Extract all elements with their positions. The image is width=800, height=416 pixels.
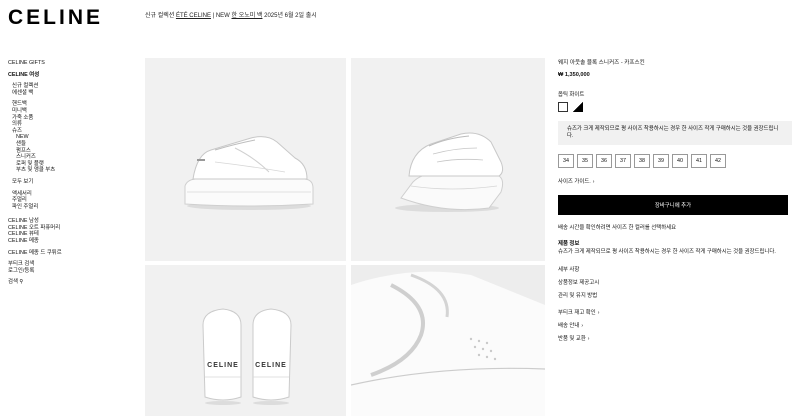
sidebar-item-store-locator[interactable]: 부티크 검색 — [8, 261, 128, 268]
chevron-right-icon: › — [592, 179, 595, 185]
details-link[interactable]: 세부 사항 — [558, 265, 792, 273]
delivery-info-label: 배송 안내 — [558, 323, 580, 329]
sidebar-item-men[interactable]: CELINE 남성 — [8, 218, 128, 225]
size-option-34[interactable]: 34 — [558, 154, 574, 168]
promo-link-ete-celine[interactable]: ÉTÉ CELINE — [176, 13, 211, 19]
size-option-42[interactable]: 42 — [710, 154, 726, 168]
product-panel: 웨지 아웃솔 블록 스니커즈 - 카프스킨 ₩ 1,350,000 옵틱 화이트… — [558, 58, 792, 342]
delivery-info-link[interactable]: 배송 안내 › — [558, 321, 792, 329]
chevron-right-icon: › — [587, 336, 590, 342]
promo-banner: 신규 컬렉션 ÉTÉ CELINE | NEW 한 오노미 백 2025년 6월… — [145, 10, 317, 19]
product-price: ₩ 1,350,000 — [558, 72, 590, 78]
fit-note: 슈즈가 크게 제작되므로 평 사이즈 착용하시는 경우 한 사이즈 작게 구매하… — [558, 121, 792, 145]
sidebar-item-login[interactable]: 로그인/등록 — [8, 268, 128, 275]
sidebar-item-maison[interactable]: CELINE 메종 — [8, 238, 128, 245]
sidebar-item-leather-goods[interactable]: 가죽 소품 — [8, 115, 128, 122]
chevron-right-icon: › — [581, 323, 584, 329]
promo-pre: 신규 컬렉션 — [145, 13, 176, 19]
search-link[interactable]: 검색 ⚲ — [8, 279, 128, 286]
sidebar-item-ready-to-wear[interactable]: 의류 — [8, 121, 128, 128]
sidebar-item-gifts[interactable]: CELINE GIFTS — [8, 60, 128, 67]
promo-post: 2025년 6월 2일 출시 — [262, 13, 317, 19]
size-option-37[interactable]: 37 — [615, 154, 631, 168]
size-guide-label: 사이즈 가이드. — [558, 179, 591, 185]
size-option-38[interactable]: 38 — [634, 154, 650, 168]
sidebar-item-women[interactable]: CELINE 여성 — [8, 72, 128, 79]
sidebar-item-shoes[interactable]: 슈즈 — [8, 128, 128, 135]
sidebar-nav: CELINE GIFTS CELINE 여성 신규 컬렉션 에센셜 백 핸드백 … — [8, 60, 128, 286]
search-label: 검색 — [8, 279, 18, 286]
chevron-right-icon: › — [597, 310, 600, 316]
returns-link[interactable]: 반품 및 교환 › — [558, 334, 792, 342]
size-option-39[interactable]: 39 — [653, 154, 669, 168]
sidebar-item-handbags[interactable]: 핸드백 — [8, 101, 128, 108]
sidebar-item-shoes-new[interactable]: NEW — [8, 134, 128, 141]
returns-label: 반품 및 교환 — [558, 336, 586, 342]
product-image-side[interactable] — [145, 58, 346, 261]
search-icon: ⚲ — [19, 279, 24, 286]
care-link[interactable]: 관리 및 유지 방법 — [558, 291, 792, 299]
product-info-title: 제품 정보 — [558, 241, 580, 247]
sidebar-item-maison-couture[interactable]: CELINE 메종 드 쿠튀르 — [8, 250, 128, 257]
sneaker-back-illustration: CELINE CELINE — [202, 308, 292, 405]
product-disclosure-link[interactable]: 상품정보 제공고시 — [558, 278, 792, 286]
heel-logo-left: CELINE — [207, 362, 239, 369]
add-to-cart-button[interactable]: 장바구니에 추가 — [558, 195, 788, 215]
color-swatch-alt[interactable] — [573, 102, 583, 112]
size-selector: 34 35 36 37 38 39 40 41 42 — [558, 154, 792, 168]
store-stock-label: 부티크 재고 확인 — [558, 310, 596, 316]
store-stock-link[interactable]: 부티크 재고 확인 › — [558, 308, 792, 316]
color-swatches — [558, 102, 792, 112]
product-image-back[interactable]: CELINE CELINE — [145, 265, 346, 416]
size-option-36[interactable]: 36 — [596, 154, 612, 168]
sidebar-item-fine-jewelry[interactable]: 파인 주얼리 — [8, 204, 128, 211]
product-image-three-quarter[interactable] — [351, 58, 545, 261]
product-gallery: CELINE CELINE — [145, 58, 545, 416]
sneaker-side-illustration — [184, 136, 314, 210]
color-label: 옵틱 화이트 — [558, 92, 585, 98]
product-image-detail[interactable] — [351, 265, 545, 416]
sidebar-item-mini-bags[interactable]: 미니백 — [8, 108, 128, 115]
sidebar-item-sandals[interactable]: 샌들 — [8, 141, 128, 148]
sidebar-item-view-all[interactable]: 모두 보기 — [8, 179, 128, 186]
size-guide-link[interactable]: 사이즈 가이드. › — [558, 177, 792, 185]
sneaker-detail-illustration — [351, 265, 545, 416]
promo-mid: | NEW — [210, 13, 232, 19]
size-option-35[interactable]: 35 — [577, 154, 593, 168]
sidebar-item-boots[interactable]: 부츠 및 앵클 부츠 — [8, 167, 128, 174]
sneaker-angle-illustration — [395, 132, 504, 212]
sidebar-item-new-collection[interactable]: 신규 컬렉션 — [8, 83, 128, 90]
size-option-41[interactable]: 41 — [691, 154, 707, 168]
sidebar-item-jewelry[interactable]: 주얼리 — [8, 197, 128, 204]
product-name: 웨지 아웃솔 블록 스니커즈 - 카프스킨 — [558, 60, 645, 66]
delivery-note: 배송 시간을 확인하려면 사이즈 한 컬러를 선택하세요 — [558, 225, 677, 231]
sidebar-item-essential-bags[interactable]: 에센셜 백 — [8, 90, 128, 97]
sidebar-item-sneakers[interactable]: 스니커즈 — [8, 154, 128, 161]
size-option-40[interactable]: 40 — [672, 154, 688, 168]
promo-link-new-bag[interactable]: 한 오노미 백 — [232, 13, 263, 19]
brand-logo[interactable]: CELINE — [8, 6, 103, 30]
heel-logo-right: CELINE — [255, 362, 287, 369]
product-info-text: 슈즈가 크게 제작되므로 평 사이즈 착용하시는 경우 한 사이즈 작게 구매하… — [558, 249, 776, 255]
color-swatch-optic-white[interactable] — [558, 102, 568, 112]
